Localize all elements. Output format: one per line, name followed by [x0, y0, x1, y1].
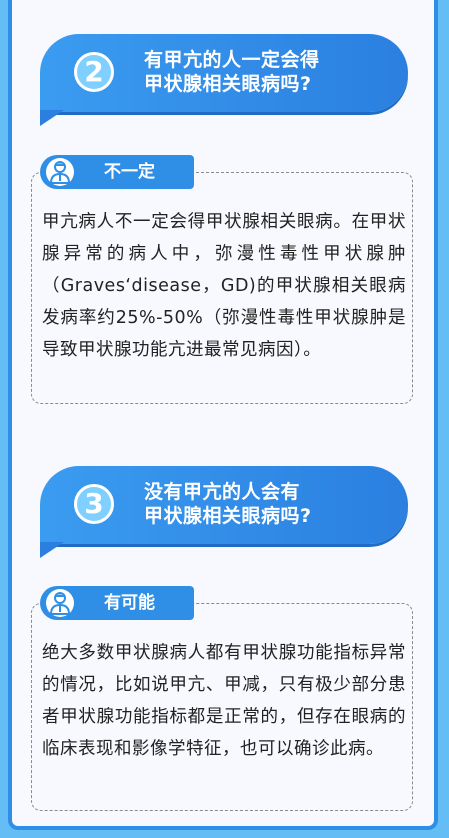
doctor-icon — [46, 158, 74, 186]
doctor-icon — [46, 589, 74, 617]
answer-tag-label: 不一定 — [104, 162, 155, 182]
question-number-2: 2 — [74, 52, 114, 92]
answer-tag-2: 不一定 — [40, 155, 194, 189]
question-line-2: 甲状腺相关眼病吗? — [144, 73, 312, 95]
question-bubble-3: 3 没有甲亢的人会有 甲状腺相关眼病吗? — [40, 466, 408, 558]
answer-text-2: 甲亢病人不一定会得甲状腺相关眼病。在甲状腺异常的病人中，弥漫性毒性甲状腺肿（Gr… — [42, 212, 406, 360]
answer-tag-3: 有可能 — [40, 586, 194, 620]
question-number-3: 3 — [74, 484, 114, 524]
answer-text-3: 绝大多数甲状腺病人都有甲状腺功能指标异常的情况，比如说甲亢、甲减，只有极少部分患… — [42, 643, 406, 759]
answer-tag-label: 有可能 — [104, 593, 155, 613]
question-line-1: 有甲亢的人一定会得 — [144, 49, 320, 71]
question-text-2: 有甲亢的人一定会得 甲状腺相关眼病吗? — [144, 48, 320, 96]
question-line-2: 甲状腺相关眼病吗? — [144, 505, 312, 527]
question-bubble-2: 2 有甲亢的人一定会得 甲状腺相关眼病吗? — [40, 34, 408, 126]
question-line-1: 没有甲亢的人会有 — [144, 481, 301, 503]
question-text-3: 没有甲亢的人会有 甲状腺相关眼病吗? — [144, 480, 312, 528]
